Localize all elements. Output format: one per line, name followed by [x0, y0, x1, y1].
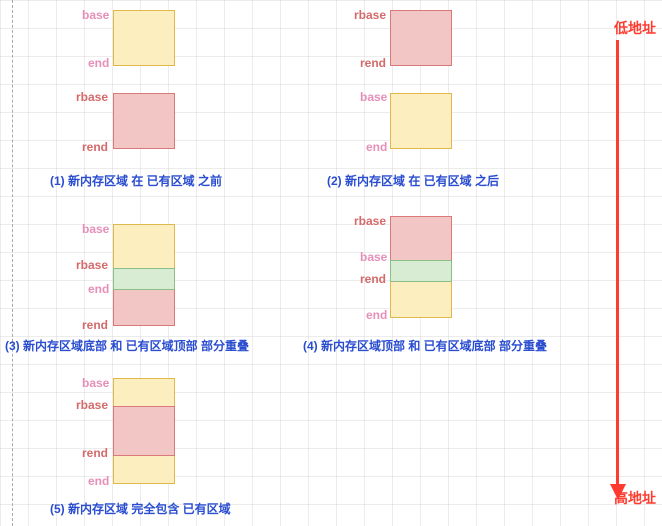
- case3-rbase-label: rbase: [76, 258, 108, 272]
- case1-base-label: base: [82, 8, 109, 22]
- case5-base-top: [113, 378, 175, 406]
- case5-rbase-region: [113, 406, 175, 456]
- case5-rend-label: rend: [82, 446, 108, 460]
- case1-end-label: end: [88, 56, 109, 70]
- case2-caption: (2) 新内存区域 在 已有区域 之后: [327, 172, 499, 189]
- case2-end-label: end: [366, 140, 387, 154]
- case4-end-label: end: [366, 308, 387, 322]
- case1-caption: (1) 新内存区域 在 已有区域 之前: [50, 172, 222, 189]
- case4-caption: (4) 新内存区域顶部 和 已有区域底部 部分重叠: [303, 337, 547, 354]
- case5-base-bottom: [113, 456, 175, 484]
- case4-base-label: base: [360, 250, 387, 264]
- high-address-label: 高地址: [614, 488, 656, 508]
- case4-base-bottom: [390, 282, 452, 318]
- case2-base-label: base: [360, 90, 387, 104]
- case1-rbase-label: rbase: [76, 90, 108, 104]
- case5-end-label: end: [88, 474, 109, 488]
- case5-caption: (5) 新内存区域 完全包含 已有区域: [50, 500, 231, 517]
- case3-rbase-bottom: [113, 290, 175, 326]
- case3-caption: (3) 新内存区域底部 和 已有区域顶部 部分重叠: [5, 337, 249, 354]
- dashed-axis: [12, 0, 13, 526]
- case4-overlap: [390, 260, 452, 282]
- case1-rend-label: rend: [82, 140, 108, 154]
- low-address-label: 低地址: [614, 18, 656, 38]
- case5-base-label: base: [82, 376, 109, 390]
- case2-rend-label: rend: [360, 56, 386, 70]
- case2-rbase-region: [390, 10, 452, 66]
- case1-rbase-region: [113, 93, 175, 149]
- case3-end-label: end: [88, 282, 109, 296]
- case4-rbase-top: [390, 216, 452, 260]
- case2-rbase-label: rbase: [354, 8, 386, 22]
- case3-rend-label: rend: [82, 318, 108, 332]
- case2-base-region: [390, 93, 452, 149]
- address-arrow-line: [616, 40, 619, 486]
- case4-rend-label: rend: [360, 272, 386, 286]
- case1-base-region: [113, 10, 175, 66]
- case3-overlap: [113, 268, 175, 290]
- case5-rbase-label: rbase: [76, 398, 108, 412]
- case3-base-label: base: [82, 222, 109, 236]
- case3-base-top: [113, 224, 175, 268]
- case4-rbase-label: rbase: [354, 214, 386, 228]
